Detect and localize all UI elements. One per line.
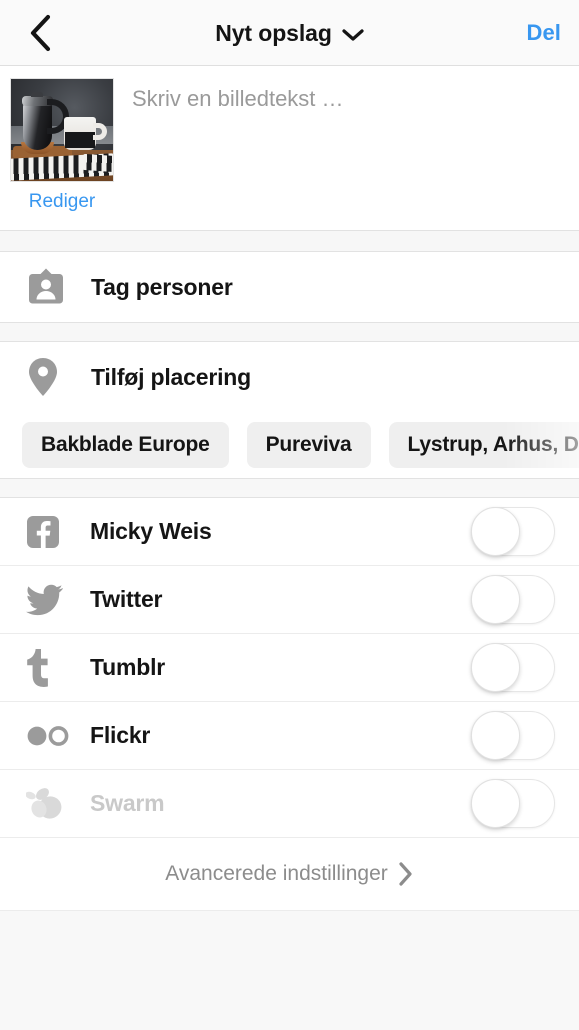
location-chip[interactable]: Pureviva bbox=[246, 422, 371, 468]
twitter-icon bbox=[26, 584, 70, 616]
social-row-facebook[interactable]: Micky Weis bbox=[0, 498, 579, 566]
add-location-label: Tilføj placering bbox=[91, 363, 251, 390]
social-label: Twitter bbox=[90, 586, 163, 612]
section-gap-1 bbox=[0, 230, 579, 252]
caption-section: Rediger Skriv en billedtekst … bbox=[0, 66, 579, 230]
share-toggle-facebook[interactable] bbox=[471, 507, 555, 556]
tumblr-icon bbox=[26, 648, 70, 687]
new-post-screen: Nyt opslag Del Rediger Skriv en billedte… bbox=[0, 0, 579, 1030]
toggle-knob bbox=[471, 575, 520, 624]
thumbnail-column: Rediger bbox=[0, 78, 122, 230]
social-row-flickr[interactable]: Flickr bbox=[0, 702, 579, 770]
map-pin-icon bbox=[26, 356, 72, 398]
toggle-knob bbox=[471, 779, 520, 828]
toggle-knob bbox=[471, 711, 520, 760]
social-label: Tumblr bbox=[90, 654, 166, 680]
tag-people-row[interactable]: Tag personer bbox=[0, 252, 579, 322]
share-toggle-twitter[interactable] bbox=[471, 575, 555, 624]
header-title-group: Nyt opslag bbox=[0, 0, 579, 66]
location-chip-list: Bakblade Europe Pureviva Lystrup, Arhus,… bbox=[0, 412, 579, 478]
chevron-down-icon[interactable] bbox=[342, 28, 364, 42]
edit-photo-link[interactable]: Rediger bbox=[29, 191, 96, 213]
social-row-twitter[interactable]: Twitter bbox=[0, 566, 579, 634]
location-chip[interactable]: Bakblade Europe bbox=[22, 422, 229, 468]
share-toggle-tumblr[interactable] bbox=[471, 643, 555, 692]
social-label: Micky Weis bbox=[90, 518, 212, 544]
photo-moka-pot-lid bbox=[31, 92, 43, 98]
back-button[interactable] bbox=[10, 0, 68, 66]
section-gap-3 bbox=[0, 478, 579, 498]
photo-cup-black-band bbox=[65, 132, 95, 149]
share-button[interactable]: Del bbox=[526, 0, 561, 66]
social-label: Swarm bbox=[90, 790, 165, 816]
toggle-knob bbox=[471, 643, 520, 692]
swarm-icon bbox=[26, 787, 70, 821]
page-title: Nyt opslag bbox=[215, 19, 332, 46]
share-toggle-swarm[interactable] bbox=[471, 779, 555, 828]
photo-striped-cloth-secondary bbox=[81, 153, 113, 173]
share-toggle-flickr[interactable] bbox=[471, 711, 555, 760]
post-thumbnail[interactable] bbox=[10, 78, 114, 182]
section-gap-2 bbox=[0, 322, 579, 342]
location-suggestions[interactable]: Bakblade Europe Pureviva Lystrup, Arhus,… bbox=[0, 412, 579, 478]
advanced-settings-button[interactable]: Avancerede indstillinger bbox=[0, 838, 579, 911]
social-row-swarm[interactable]: Swarm bbox=[0, 770, 579, 838]
tag-people-label: Tag personer bbox=[91, 273, 233, 300]
facebook-icon bbox=[26, 515, 70, 549]
caption-input[interactable]: Skriv en billedtekst … bbox=[122, 78, 579, 230]
social-label: Flickr bbox=[90, 722, 151, 748]
person-badge-icon bbox=[26, 267, 72, 307]
bottom-filler bbox=[0, 911, 579, 1030]
app-header: Nyt opslag Del bbox=[0, 0, 579, 66]
add-location-row[interactable]: Tilføj placering bbox=[0, 342, 579, 412]
social-row-tumblr[interactable]: Tumblr bbox=[0, 634, 579, 702]
chevron-left-icon bbox=[30, 14, 51, 52]
flickr-icon bbox=[26, 725, 70, 747]
toggle-knob bbox=[471, 507, 520, 556]
location-chip[interactable]: Lystrup, Arhus, De bbox=[388, 422, 579, 468]
chevron-right-icon bbox=[399, 862, 412, 886]
advanced-settings-label: Avancerede indstillinger bbox=[165, 862, 388, 885]
